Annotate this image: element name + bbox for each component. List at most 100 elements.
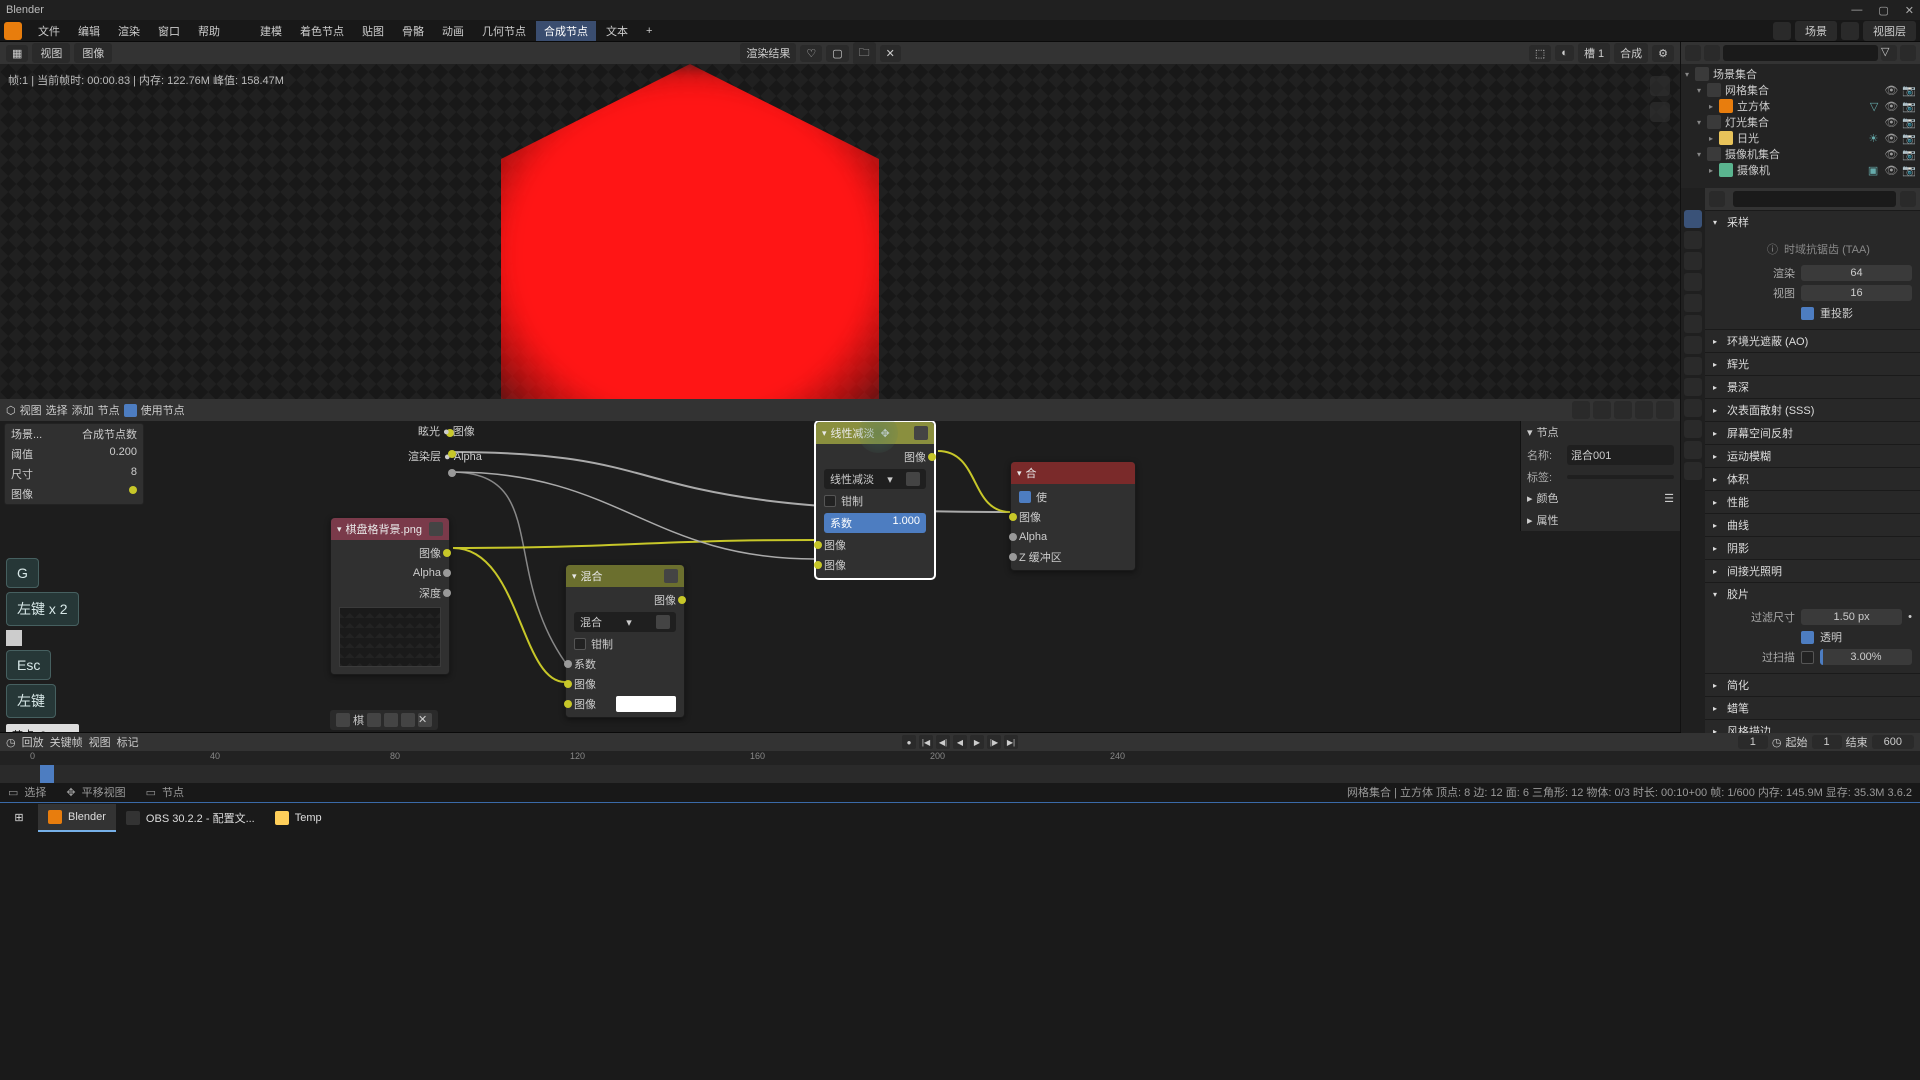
physics-tab-icon[interactable] [1684, 378, 1702, 396]
zoom-icon[interactable] [1650, 76, 1670, 96]
panel-header[interactable]: ▸体积 [1705, 468, 1920, 490]
channels-icon[interactable]: ◐ [1555, 45, 1574, 61]
minimize-icon[interactable]: — [1851, 4, 1862, 17]
toggle-render-icon[interactable]: 📷 [1902, 84, 1916, 97]
toggle-visible-icon[interactable]: 👁 [1884, 148, 1898, 161]
backdrop-icon[interactable] [1593, 401, 1611, 419]
constraint-tab-icon[interactable] [1684, 399, 1702, 417]
node-label-input[interactable] [1567, 475, 1674, 479]
toggle-render-icon[interactable]: 📷 [1902, 164, 1916, 177]
panel-header[interactable]: ▸蜡笔 [1705, 697, 1920, 719]
preview-icon[interactable] [429, 522, 443, 536]
editor-type-icon[interactable]: ⬡ [6, 404, 16, 417]
viewlayer-dropdown[interactable]: 视图层 [1863, 21, 1916, 41]
panel-header[interactable]: ▾采样 [1705, 211, 1920, 233]
toggle-visible-icon[interactable]: 👁 [1884, 132, 1898, 145]
workspace-tab[interactable]: 贴图 [354, 21, 392, 41]
current-frame-input[interactable]: 1 [1738, 735, 1768, 749]
workspace-tab[interactable]: 动画 [434, 21, 472, 41]
timeline-menu[interactable]: 视图 [89, 734, 111, 750]
new-collection-icon[interactable] [1900, 45, 1916, 61]
image-slot-label[interactable]: 渲染结果 [740, 43, 796, 63]
panel-header[interactable]: ▾胶片 [1705, 583, 1920, 605]
unlink-icon[interactable]: ✕ [880, 45, 901, 62]
workspace-tab[interactable]: 建模 [252, 21, 290, 41]
workspace-tab[interactable]: 文本 [598, 21, 636, 41]
maximize-icon[interactable]: ▢ [1878, 4, 1888, 17]
slot-dropdown[interactable]: 槽 1 [1578, 43, 1610, 63]
editor-type-icon[interactable]: ▦ [6, 45, 28, 62]
panel-header[interactable]: ▸曲线 [1705, 514, 1920, 536]
panel-header[interactable]: ▸景深 [1705, 376, 1920, 398]
prev-key-icon[interactable]: ◀| [936, 735, 950, 749]
panel-header[interactable]: ▸屏幕空间反射 [1705, 422, 1920, 444]
jump-start-icon[interactable]: |◀ [919, 735, 933, 749]
node-menu[interactable]: 节点 [98, 402, 120, 418]
overscan-checkbox[interactable] [1801, 651, 1814, 664]
toggle-visible-icon[interactable]: 👁 [1884, 164, 1898, 177]
pass-dropdown[interactable]: 合成 [1614, 43, 1648, 63]
next-key-icon[interactable]: |▶ [987, 735, 1001, 749]
mix-node[interactable]: ▾混合 图像 混合▾ 钳制 系数 图像 图像 [565, 564, 685, 718]
workspace-tab[interactable]: 骨骼 [394, 21, 432, 41]
pan-icon[interactable] [1650, 102, 1670, 122]
texture-tab-icon[interactable] [1684, 462, 1702, 480]
image-menu-view[interactable]: 视图 [32, 43, 70, 63]
menu-edit[interactable]: 编辑 [70, 21, 108, 41]
render-tab-icon[interactable] [1684, 210, 1702, 228]
gear-icon[interactable]: ⚙ [1652, 45, 1674, 62]
blend-mode-dropdown[interactable]: 线性减淡▾ [824, 469, 926, 489]
panel-header[interactable]: ▸简化 [1705, 674, 1920, 696]
properties-search[interactable] [1733, 191, 1896, 207]
filter-icon[interactable]: ▽ [1881, 45, 1897, 61]
use-nodes-checkbox[interactable] [124, 404, 137, 417]
render-samples-input[interactable]: 64 [1801, 265, 1912, 281]
editor-type-icon[interactable] [1709, 191, 1725, 207]
scene-icon[interactable] [1773, 22, 1791, 40]
taskbar-item[interactable]: OBS 30.2.2 - 配置文... [116, 804, 265, 832]
toggle-render-icon[interactable]: 📷 [1902, 132, 1916, 145]
transparent-checkbox[interactable] [1801, 631, 1814, 644]
viewlayer-icon[interactable] [1841, 22, 1859, 40]
outliner-item[interactable]: 场景集合 [1713, 66, 1916, 82]
outliner-item[interactable]: 立方体 [1737, 98, 1870, 114]
material-tab-icon[interactable] [1684, 441, 1702, 459]
snap-icon[interactable] [1614, 401, 1632, 419]
socket-out[interactable] [448, 450, 456, 458]
reprojection-checkbox[interactable] [1801, 307, 1814, 320]
gear-icon[interactable] [1656, 401, 1674, 419]
timeline-menu[interactable]: 标记 [117, 734, 139, 750]
outliner-item[interactable]: 日光 [1737, 130, 1868, 146]
node-name-input[interactable]: 混合001 [1567, 445, 1674, 465]
panel-header[interactable]: ▸辉光 [1705, 353, 1920, 375]
clamp-checkbox[interactable]: 钳制 [568, 634, 682, 654]
outliner-item[interactable]: 摄像机集合 [1725, 146, 1884, 162]
panel-header[interactable]: ▸运动模糊 [1705, 445, 1920, 467]
clock-icon[interactable]: ◷ [1772, 736, 1782, 749]
timeline[interactable]: ◷ 回放 关键帧 视图 标记 ● |◀ ◀| ◀ ▶ |▶ ▶| 1 ◷ 起始1… [0, 732, 1920, 782]
modifier-tab-icon[interactable] [1684, 336, 1702, 354]
outliner-item[interactable]: 灯光集合 [1725, 114, 1884, 130]
workspace-add[interactable]: + [638, 23, 660, 39]
timeline-menu[interactable]: 关键帧 [50, 734, 83, 750]
play-icon[interactable]: ▶ [970, 735, 984, 749]
workspace-tab[interactable]: 几何节点 [474, 21, 534, 41]
panel-header[interactable]: ▸性能 [1705, 491, 1920, 513]
end-frame-input[interactable]: 600 [1872, 735, 1914, 749]
object-tab-icon[interactable] [1684, 315, 1702, 333]
properties-tabs[interactable] [1681, 188, 1705, 765]
outliner-search[interactable] [1723, 45, 1878, 61]
panel-header[interactable]: ▸间接光照明 [1705, 560, 1920, 582]
node-menu[interactable]: 视图 [20, 402, 42, 418]
start-button[interactable]: ⊞ [2, 804, 36, 832]
taskbar-item[interactable]: Blender [38, 804, 116, 832]
node-menu[interactable]: 选择 [46, 402, 68, 418]
open-icon[interactable]: 🗀 [853, 42, 876, 65]
scene-tab-icon[interactable] [1684, 273, 1702, 291]
pin-icon[interactable]: ♡ [800, 45, 822, 62]
preview-icon[interactable] [914, 426, 928, 440]
workspace-tab[interactable]: 着色节点 [292, 21, 352, 41]
particle-tab-icon[interactable] [1684, 357, 1702, 375]
overscan-slider[interactable]: 3.00% [1820, 649, 1912, 665]
outliner-item[interactable]: 摄像机 [1737, 162, 1868, 178]
